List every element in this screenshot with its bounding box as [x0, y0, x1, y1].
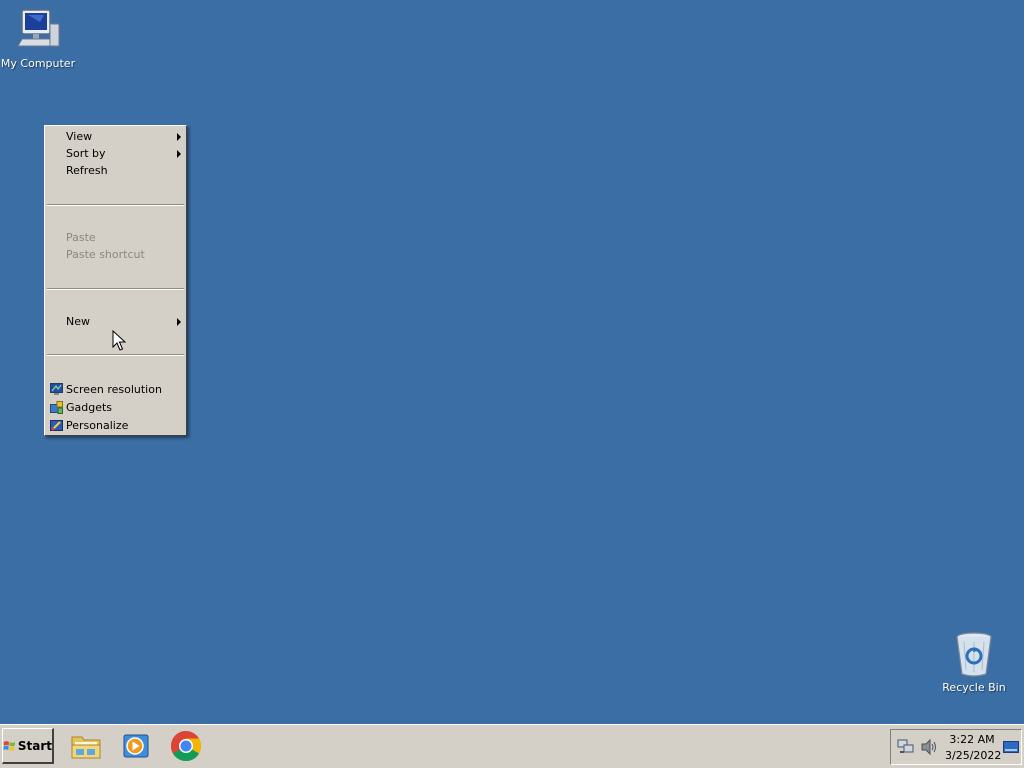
- menu-item-personalize[interactable]: Personalize: [45, 417, 186, 434]
- submenu-arrow-icon: [177, 150, 181, 158]
- menu-item-label: Screen resolution: [66, 383, 162, 396]
- submenu-arrow-icon: [177, 318, 181, 326]
- taskbar-app-file-explorer[interactable]: [70, 730, 102, 762]
- menu-item-view[interactable]: View: [45, 128, 186, 145]
- menu-item-label: View: [66, 130, 93, 143]
- menu-item-label: Paste: [66, 231, 96, 244]
- menu-item-label: Refresh: [66, 164, 108, 177]
- desktop-icon-recycle-bin[interactable]: Recycle Bin: [936, 630, 1012, 694]
- desktop-icon-my-computer[interactable]: My Computer: [0, 8, 76, 70]
- recycle-bin-icon: [956, 632, 992, 677]
- menu-separator: [47, 204, 184, 206]
- screen-resolution-icon: [50, 383, 63, 395]
- menu-item-paste: Paste: [45, 229, 186, 246]
- start-button[interactable]: Start: [2, 728, 54, 764]
- menu-item-label: Gadgets: [66, 401, 113, 414]
- network-icon[interactable]: [897, 739, 915, 755]
- chrome-icon: [170, 731, 201, 762]
- menu-item-label: Personalize: [66, 419, 129, 432]
- menu-separator: [47, 288, 184, 290]
- file-explorer-icon: [71, 736, 101, 759]
- taskbar: Start 3:22 AM 3/25/2022: [0, 724, 1024, 768]
- desktop-context-menu: View Sort by Refresh Paste Paste shortcu…: [44, 125, 187, 436]
- desktop-icon-label: My Computer: [0, 57, 76, 70]
- submenu-arrow-icon: [177, 133, 181, 141]
- desktop-icon-label: Recycle Bin: [942, 681, 1006, 694]
- media-player-icon: [123, 734, 149, 758]
- menu-item-sort-by[interactable]: Sort by: [45, 145, 186, 162]
- menu-item-gadgets[interactable]: Gadgets: [45, 399, 186, 416]
- taskbar-app-media-player[interactable]: [120, 730, 152, 762]
- start-label: Start: [17, 738, 52, 753]
- clock-time[interactable]: 3:22 AM: [949, 733, 995, 746]
- windows-logo-icon: [3, 740, 16, 751]
- personalize-icon: [50, 420, 63, 431]
- mouse-cursor-icon: [112, 330, 126, 351]
- show-desktop-icon[interactable]: [1003, 741, 1019, 753]
- taskbar-app-chrome[interactable]: [170, 730, 202, 762]
- volume-icon[interactable]: [921, 739, 939, 755]
- menu-item-new[interactable]: New: [45, 313, 186, 330]
- menu-item-refresh[interactable]: Refresh: [45, 162, 186, 179]
- menu-item-label: Sort by: [66, 147, 106, 160]
- my-computer-icon: [17, 9, 60, 47]
- menu-separator: [47, 354, 184, 356]
- menu-item-paste-shortcut: Paste shortcut: [45, 246, 186, 263]
- system-tray: 3:22 AM 3/25/2022: [890, 729, 1022, 765]
- gadgets-icon: [50, 401, 63, 414]
- clock-date[interactable]: 3/25/2022: [945, 749, 1001, 762]
- menu-item-screen-resolution[interactable]: Screen resolution: [45, 381, 186, 398]
- menu-item-label: New: [66, 315, 90, 328]
- menu-item-label: Paste shortcut: [66, 248, 145, 261]
